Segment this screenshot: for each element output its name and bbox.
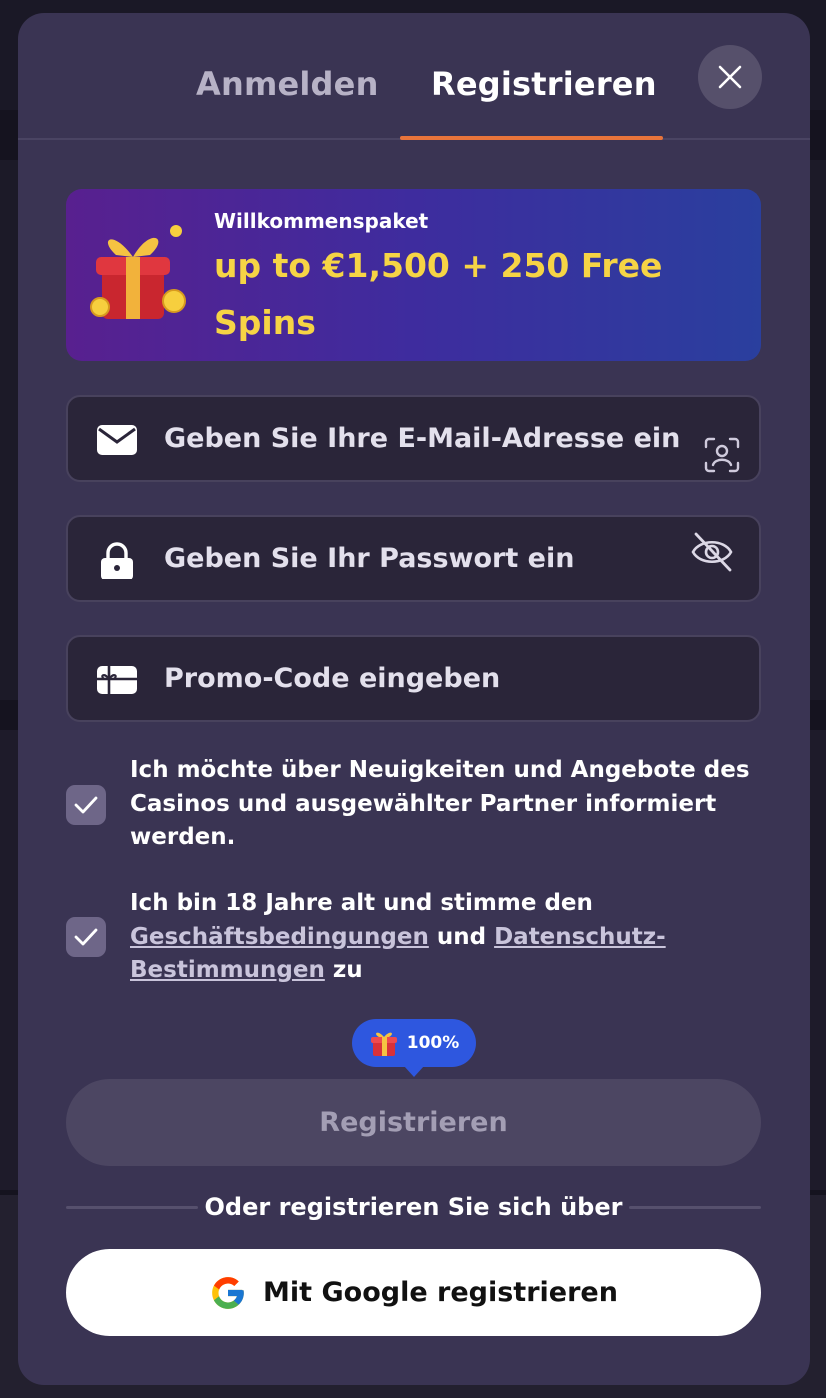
- promo-label: Willkommenspaket: [214, 209, 429, 233]
- lock-icon: [101, 542, 133, 579]
- email-field[interactable]: Geben Sie Ihre E-Mail-Adresse ein: [66, 395, 761, 482]
- envelope-icon: [97, 425, 137, 455]
- email-input[interactable]: Geben Sie Ihre E-Mail-Adresse ein: [164, 423, 680, 454]
- newsletter-checkbox[interactable]: [66, 785, 106, 825]
- welcome-bonus-banner: Willkommenspaket up to €1,500 + 250 Free…: [66, 189, 761, 361]
- terms-consent: Ich bin 18 Jahre alt und stimme den Gesc…: [66, 887, 766, 997]
- bonus-badge: 100%: [352, 1019, 476, 1077]
- newsletter-consent: Ich möchte über Neuigkeiten und Angebote…: [66, 754, 766, 864]
- google-icon: [212, 1276, 244, 1309]
- close-button[interactable]: [698, 45, 762, 109]
- bonus-value: 100%: [406, 1033, 460, 1053]
- password-input[interactable]: Geben Sie Ihr Passwort ein: [164, 543, 574, 574]
- terms-middle: und: [436, 923, 487, 950]
- terms-prefix: Ich bin 18 Jahre alt und stimme den: [130, 890, 593, 916]
- face-scan-icon[interactable]: [704, 437, 740, 473]
- tab-login[interactable]: Anmelden: [196, 65, 379, 103]
- divider-line: [629, 1206, 761, 1209]
- close-icon: [718, 65, 742, 89]
- google-register-label: Mit Google registrieren: [263, 1277, 618, 1308]
- google-register-button[interactable]: Mit Google registrieren: [66, 1249, 761, 1336]
- hide-password-icon[interactable]: [690, 531, 734, 573]
- promo-code-field[interactable]: Promo-Code eingeben: [66, 635, 761, 722]
- promo-code-input[interactable]: Promo-Code eingeben: [164, 663, 500, 694]
- terms-suffix: zu: [332, 957, 363, 983]
- checkmark-icon: [74, 796, 98, 814]
- active-tab-indicator: [400, 136, 663, 140]
- promo-headline: up to €1,500 + 250 Free Spins: [214, 246, 663, 342]
- social-divider-text: Oder registrieren Sie sich über: [204, 1193, 623, 1221]
- divider-line: [66, 1206, 198, 1209]
- ticket-icon: [97, 666, 137, 694]
- tab-register[interactable]: Registrieren: [431, 65, 657, 103]
- gift-icon: [370, 1032, 397, 1056]
- password-field[interactable]: Geben Sie Ihr Passwort ein: [66, 515, 761, 602]
- terms-link[interactable]: Geschäftsbedingungen: [130, 924, 429, 950]
- checkmark-icon: [74, 928, 98, 946]
- newsletter-consent-text: Ich möchte über Neuigkeiten und Angebote…: [130, 757, 750, 850]
- gift-box-icon: [90, 225, 186, 319]
- auth-tabs: Anmelden Registrieren: [18, 13, 810, 140]
- register-modal: Anmelden Registrieren Willkommenspaket u…: [18, 13, 810, 1385]
- terms-checkbox[interactable]: [66, 917, 106, 957]
- register-submit-button[interactable]: Registrieren: [66, 1079, 761, 1166]
- terms-consent-text: Ich bin 18 Jahre alt und stimme den Gesc…: [130, 887, 770, 988]
